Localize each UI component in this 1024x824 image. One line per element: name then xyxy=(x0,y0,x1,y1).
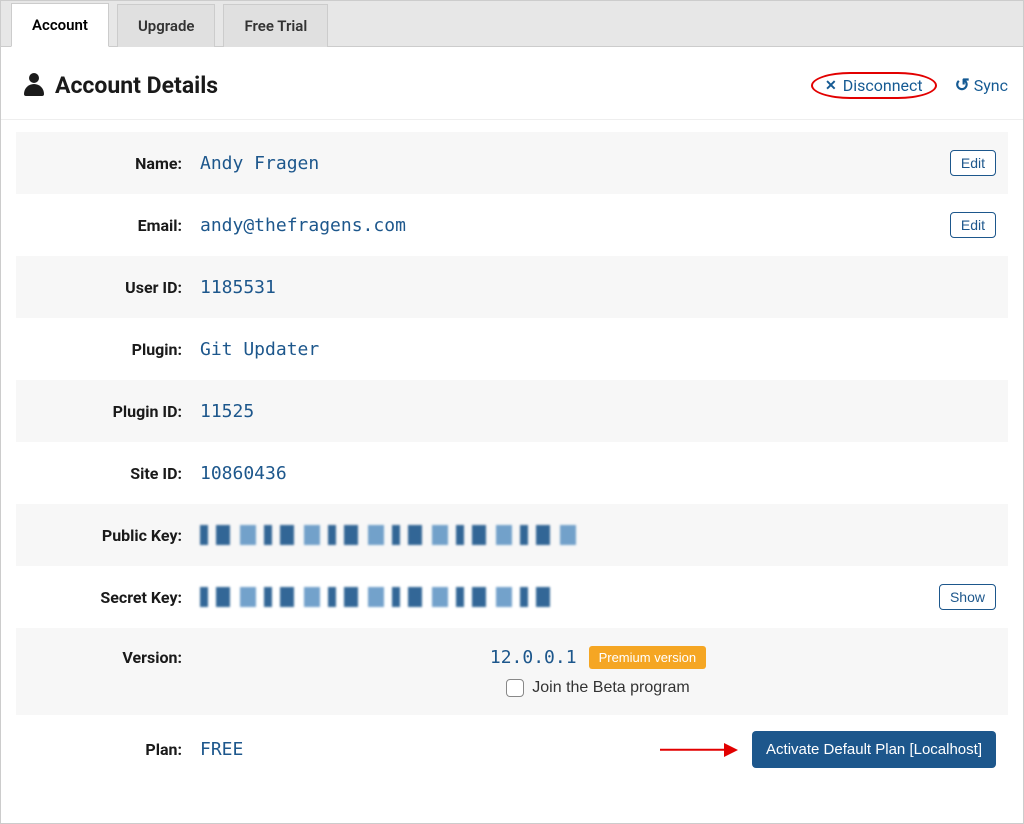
sync-label: Sync xyxy=(974,76,1008,95)
row-name: Name: Andy Fragen Edit xyxy=(16,132,1008,194)
value-secret-key xyxy=(200,587,939,607)
row-version: Version: 12.0.0.1 Premium version Join t… xyxy=(16,628,1008,715)
value-name: Andy Fragen xyxy=(200,153,950,174)
value-email: andy@thefragens.com xyxy=(200,215,950,236)
row-plugin: Plugin: Git Updater xyxy=(16,318,1008,380)
header-left: Account Details xyxy=(23,72,218,99)
beta-label: Join the Beta program xyxy=(532,679,689,697)
row-user-id: User ID: 1185531 xyxy=(16,256,1008,318)
disconnect-label: Disconnect xyxy=(843,76,923,95)
value-public-key xyxy=(200,525,996,545)
row-secret-key: Secret Key: Show xyxy=(16,566,1008,628)
tab-account[interactable]: Account xyxy=(11,3,109,47)
header-row: Account Details ✕ Disconnect ↺ Sync xyxy=(1,47,1023,120)
disconnect-link[interactable]: ✕ Disconnect xyxy=(811,72,937,99)
row-plan: Plan: FREE Activate Default Plan [Localh… xyxy=(16,715,1008,784)
value-plugin: Git Updater xyxy=(200,339,996,360)
value-version-block: 12.0.0.1 Premium version Join the Beta p… xyxy=(200,646,996,697)
public-key-blurred xyxy=(200,525,580,545)
arrow-annotation xyxy=(660,741,738,759)
sync-icon: ↺ xyxy=(955,75,970,96)
label-plugin: Plugin: xyxy=(28,340,200,359)
row-site-id: Site ID: 10860436 xyxy=(16,442,1008,504)
show-secret-button[interactable]: Show xyxy=(939,584,996,610)
sync-link[interactable]: ↺ Sync xyxy=(955,75,1008,96)
value-plan: FREE xyxy=(200,739,660,760)
content-panel: Account Details ✕ Disconnect ↺ Sync Name… xyxy=(1,47,1023,796)
edit-name-button[interactable]: Edit xyxy=(950,150,996,176)
row-public-key: Public Key: xyxy=(16,504,1008,566)
beta-checkbox[interactable] xyxy=(506,679,524,697)
label-plugin-id: Plugin ID: xyxy=(28,402,200,421)
tab-upgrade[interactable]: Upgrade xyxy=(117,4,216,47)
secret-key-blurred xyxy=(200,587,560,607)
tab-bar: Account Upgrade Free Trial xyxy=(1,1,1023,47)
page-title: Account Details xyxy=(55,72,218,99)
label-version: Version: xyxy=(28,646,200,667)
row-email: Email: andy@thefragens.com Edit xyxy=(16,194,1008,256)
label-secret-key: Secret Key: xyxy=(28,588,200,607)
premium-badge: Premium version xyxy=(589,646,707,669)
value-version: 12.0.0.1 xyxy=(490,647,577,668)
value-site-id: 10860436 xyxy=(200,463,996,484)
close-icon: ✕ xyxy=(825,78,837,94)
tab-free-trial[interactable]: Free Trial xyxy=(223,4,328,47)
label-email: Email: xyxy=(28,216,200,235)
label-site-id: Site ID: xyxy=(28,464,200,483)
label-public-key: Public Key: xyxy=(28,526,200,545)
label-plan: Plan: xyxy=(28,740,200,759)
header-right: ✕ Disconnect ↺ Sync xyxy=(811,72,1008,99)
label-user-id: User ID: xyxy=(28,278,200,297)
value-plugin-id: 11525 xyxy=(200,401,996,422)
beta-row: Join the Beta program xyxy=(506,679,689,697)
label-name: Name: xyxy=(28,154,200,173)
edit-email-button[interactable]: Edit xyxy=(950,212,996,238)
activate-plan-button[interactable]: Activate Default Plan [Localhost] xyxy=(752,731,996,768)
person-icon xyxy=(23,73,45,99)
value-user-id: 1185531 xyxy=(200,277,996,298)
details-list: Name: Andy Fragen Edit Email: andy@thefr… xyxy=(1,120,1023,796)
row-plugin-id: Plugin ID: 11525 xyxy=(16,380,1008,442)
